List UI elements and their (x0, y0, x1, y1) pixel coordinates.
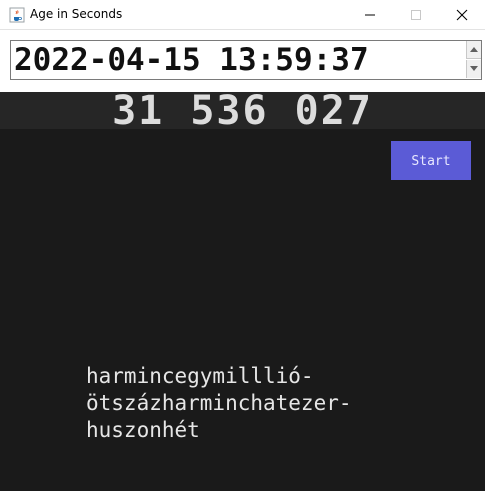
words-line: ötszázharminchatezer- (86, 391, 352, 415)
date-spinner-row (0, 30, 485, 92)
java-cup-icon (9, 7, 25, 23)
spinner-up-button[interactable] (466, 41, 481, 59)
close-button[interactable] (439, 0, 485, 29)
seconds-in-words: harmincegymilllió- ötszázharminchatezer-… (86, 363, 476, 444)
title-bar: Age in Seconds (0, 0, 485, 30)
words-line: harmincegymilllió- (86, 364, 314, 388)
arrow-down-icon (470, 66, 478, 71)
maximize-button[interactable] (393, 0, 439, 29)
close-icon (456, 9, 468, 21)
window-title: Age in Seconds (30, 7, 123, 21)
arrow-up-icon (470, 47, 478, 52)
date-time-input[interactable] (11, 41, 463, 79)
minimize-button[interactable] (347, 0, 393, 29)
start-button[interactable]: Start (391, 141, 471, 180)
seconds-band: 31 536 027 (0, 88, 485, 134)
minimize-icon (365, 14, 375, 16)
seconds-display: 31 536 027 (112, 88, 373, 134)
maximize-icon (411, 10, 421, 20)
spinner-down-button[interactable] (466, 60, 481, 78)
date-spinner[interactable] (10, 40, 482, 80)
words-line: huszonhét (86, 418, 200, 442)
